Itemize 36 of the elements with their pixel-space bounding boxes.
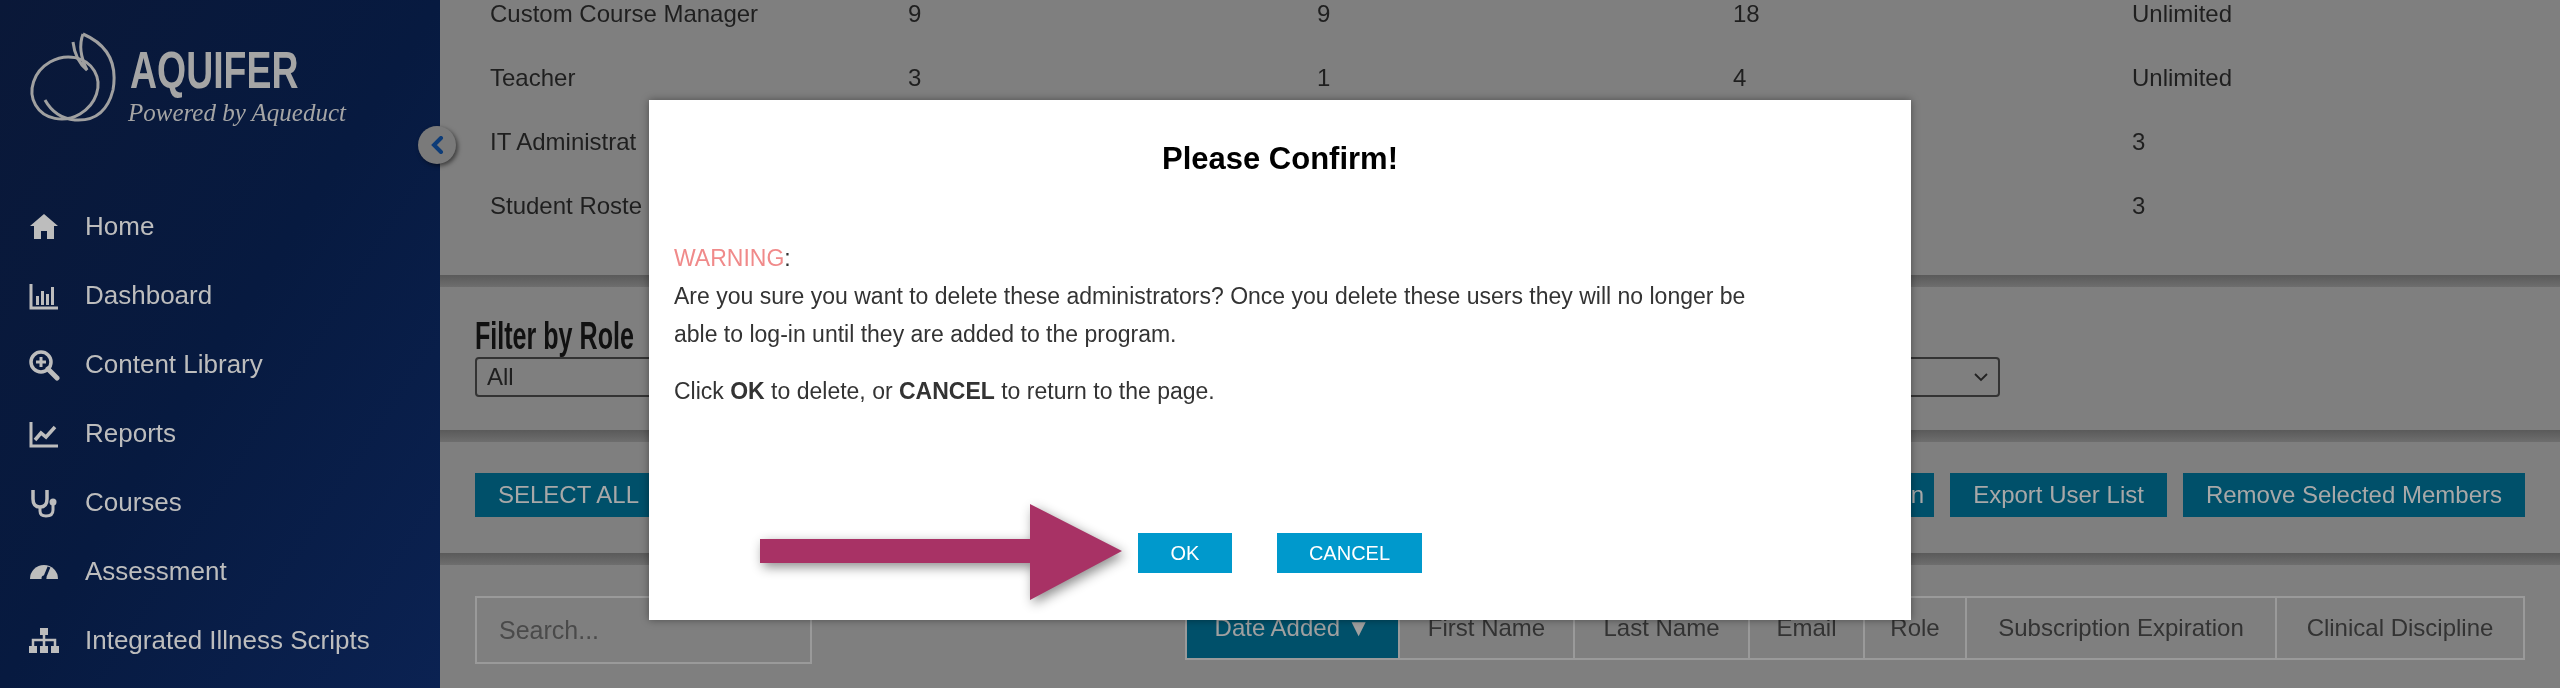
dialog-instruction: Click OK to delete, or CANCEL to return to the page. [674,377,1216,406]
nav-item[interactable]: Home [0,192,440,261]
ok-button[interactable]: OK [1138,533,1232,573]
table-cell: Unlimited [2132,64,2233,91]
table-cell: 18 [1733,0,1760,27]
chevron-down-icon [1974,372,1988,382]
table-cell: 1 [1317,64,1331,91]
nav-item[interactable]: Dashboard [0,261,440,330]
nav-item[interactable]: Assessment [0,537,440,606]
table-cell: Custom Course Manager [490,0,759,27]
table-cell: IT Administrat [490,128,637,155]
zoom-in-icon [28,348,60,381]
table-cell: Unlimited [2132,0,2233,27]
warning-label: WARNING: [674,244,792,273]
dialog-title: Please Confirm! [1161,140,1399,178]
nav-item[interactable]: Courses [0,468,440,537]
table-cell: 3 [2132,128,2146,155]
logo-title: AQUIFER [130,44,299,96]
table-cell: 4 [1733,64,1747,91]
table-cell: 9 [1317,0,1331,27]
table-cell: Teacher [490,64,576,91]
nav-item[interactable]: Reports [0,399,440,468]
filter-label: Filter by Role [475,315,634,357]
nav-item[interactable]: Content Library [0,330,440,399]
cancel-button[interactable]: CANCEL [1277,533,1422,573]
dialog-message: Are you sure you want to delete these administrators? Once you delete these users they will no longer be able to log-in until they are added to the program. [674,282,1747,349]
action-button[interactable]: Export User List [1950,473,2167,517]
gauge-icon [28,563,60,580]
logo-subtitle: Powered by Aqueduct [128,98,346,128]
action-button[interactable]: Remove Selected Members [2182,473,2525,517]
chevron-left-icon [430,136,444,154]
table-cell: Student Roste [490,192,643,219]
nav-item[interactable]: Integrated Illness Scripts [0,606,440,675]
table-cell: 3 [2132,192,2146,219]
table-cell: 9 [908,0,922,27]
table-cell: 3 [908,64,922,91]
